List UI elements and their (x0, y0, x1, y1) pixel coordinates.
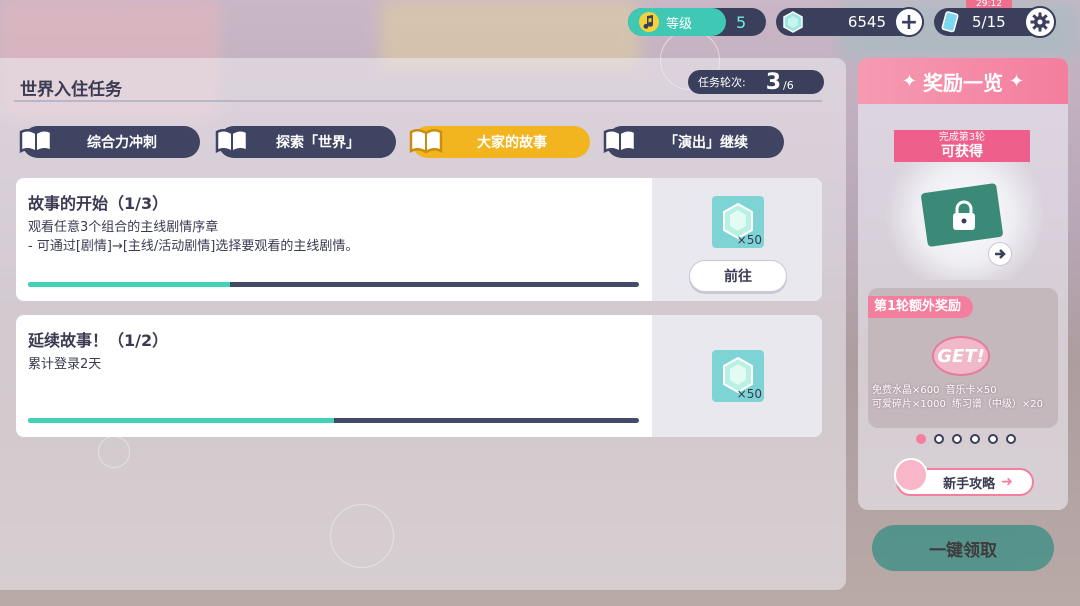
tab-label: 探索「世界」 (276, 135, 360, 151)
get-badge: GET! (932, 336, 990, 376)
level-badge: 等级 (628, 8, 726, 36)
tab-everyone-story[interactable]: 大家的故事 (409, 126, 590, 158)
carousel-dot[interactable] (970, 434, 980, 444)
crystal-icon (783, 11, 803, 33)
bonus-reward-card[interactable]: 第1轮额外奖励 GET! 免费水晶×600 音乐卡×50 可爱碎片×1000 练习谱… (868, 288, 1058, 428)
gem-amount: 6545 (847, 13, 886, 31)
crystal-reward: ×50 (712, 350, 764, 402)
add-gems-button[interactable]: + (894, 7, 924, 37)
book-icon (409, 129, 443, 154)
bonus-item: 音乐卡×50 (945, 385, 997, 396)
music-note-icon (639, 12, 659, 32)
round-label: 任务轮次: (698, 76, 746, 89)
sparkle-icon: ✦ (901, 70, 917, 92)
round-current: 3 (765, 69, 782, 95)
reward-overview-panel: ✦ 奖励一览 ✦ 完成第3轮 可获得 第1轮额外奖励 GET! 免费水晶×600… (858, 58, 1068, 510)
bonus-item: 可爱碎片×1000 (872, 399, 946, 410)
bonus-item: 练习谱（中级）×20 (951, 399, 1043, 410)
carousel-dot[interactable] (916, 434, 926, 444)
ticket-amount: 5/15 (972, 13, 1006, 31)
ticket-icon (941, 11, 959, 33)
mission-progress-bar (28, 418, 639, 423)
mission-description: 累计登录2天 (28, 355, 101, 374)
mascot-icon (894, 458, 928, 492)
arrow-right-icon (995, 249, 1006, 259)
reward-quantity: ×50 (736, 233, 762, 247)
lock-icon (953, 200, 975, 230)
mission-description-line: 累计登录2天 (28, 357, 102, 372)
mission-hint-line: - 可通过[剧情]→[主线/活动剧情]选择要观看的主线剧情。 (28, 239, 359, 254)
bonus-label: 第1轮额外奖励 (868, 296, 974, 318)
mission-progress-bar (28, 282, 639, 287)
level-label: 等级 (666, 16, 693, 32)
round-indicator: 任务轮次: 3 /6 (688, 69, 824, 95)
next-reward-button[interactable] (988, 242, 1012, 266)
arrow-right-icon: ➜ (1001, 474, 1013, 490)
settings-button[interactable] (1024, 6, 1056, 38)
title-divider (14, 100, 822, 102)
reward-overview-title: 奖励一览 (923, 70, 1003, 95)
progress-fill (28, 418, 334, 423)
tab-label: 综合力冲刺 (87, 135, 157, 151)
gem-counter: 6545 + (776, 7, 924, 37)
reward-quantity: ×50 (736, 387, 762, 401)
claim-all-button[interactable]: 一键领取 (872, 525, 1054, 571)
page-title: 世界入住任务 (20, 80, 122, 100)
mission-title: 故事的开始（1/3） (28, 194, 169, 213)
carousel-dot[interactable] (988, 434, 998, 444)
tab-label: 「演出」继续 (664, 135, 748, 151)
carousel-dots (916, 434, 1016, 444)
tab-power-sprint[interactable]: 综合力冲刺 (19, 126, 200, 158)
tab-performance-continue[interactable]: 「演出」继续 (603, 126, 784, 158)
mission-description-line: 观看任意3个组合的主线剧情序章 (28, 220, 219, 235)
gear-icon (1030, 12, 1050, 32)
book-icon (603, 129, 637, 154)
level-value: 5 (736, 12, 747, 32)
guide-label: 新手攻略 (943, 476, 996, 492)
sparkle-icon: ✦ (1009, 70, 1025, 92)
ribbon-obtainable: 可获得 (941, 144, 983, 160)
progress-fill (28, 282, 230, 287)
mission-description: 观看任意3个组合的主线剧情序章 - 可通过[剧情]→[主线/活动剧情]选择要观看… (28, 218, 358, 256)
carousel-dot[interactable] (1006, 434, 1016, 444)
go-button[interactable]: 前往 (689, 260, 787, 292)
book-icon (215, 129, 249, 154)
crystal-reward: ×50 (712, 196, 764, 248)
tab-explore-world[interactable]: 探索「世界」 (215, 126, 396, 158)
carousel-dot[interactable] (952, 434, 962, 444)
mission-card: 故事的开始（1/3） 观看任意3个组合的主线剧情序章 - 可通过[剧情]→[主线… (16, 178, 822, 301)
tab-label: 大家的故事 (477, 135, 547, 151)
bonus-item: 免费水晶×600 (872, 385, 940, 396)
bonus-item-list: 免费水晶×600 音乐卡×50 可爱碎片×1000 练习谱（中级）×20 (872, 384, 1049, 412)
reward-overview-header: ✦ 奖励一览 ✦ (858, 58, 1068, 104)
book-icon (19, 129, 53, 154)
completion-ribbon: 完成第3轮 可获得 (894, 130, 1030, 162)
round-total: /6 (783, 78, 794, 92)
carousel-dot[interactable] (934, 434, 944, 444)
level-display: 等级 5 (628, 8, 766, 36)
ribbon-condition: 完成第3轮 (938, 132, 986, 143)
mission-title: 延续故事！（1/2） (28, 331, 169, 350)
mission-card: 延续故事！（1/2） 累计登录2天 ×50 (16, 315, 822, 437)
